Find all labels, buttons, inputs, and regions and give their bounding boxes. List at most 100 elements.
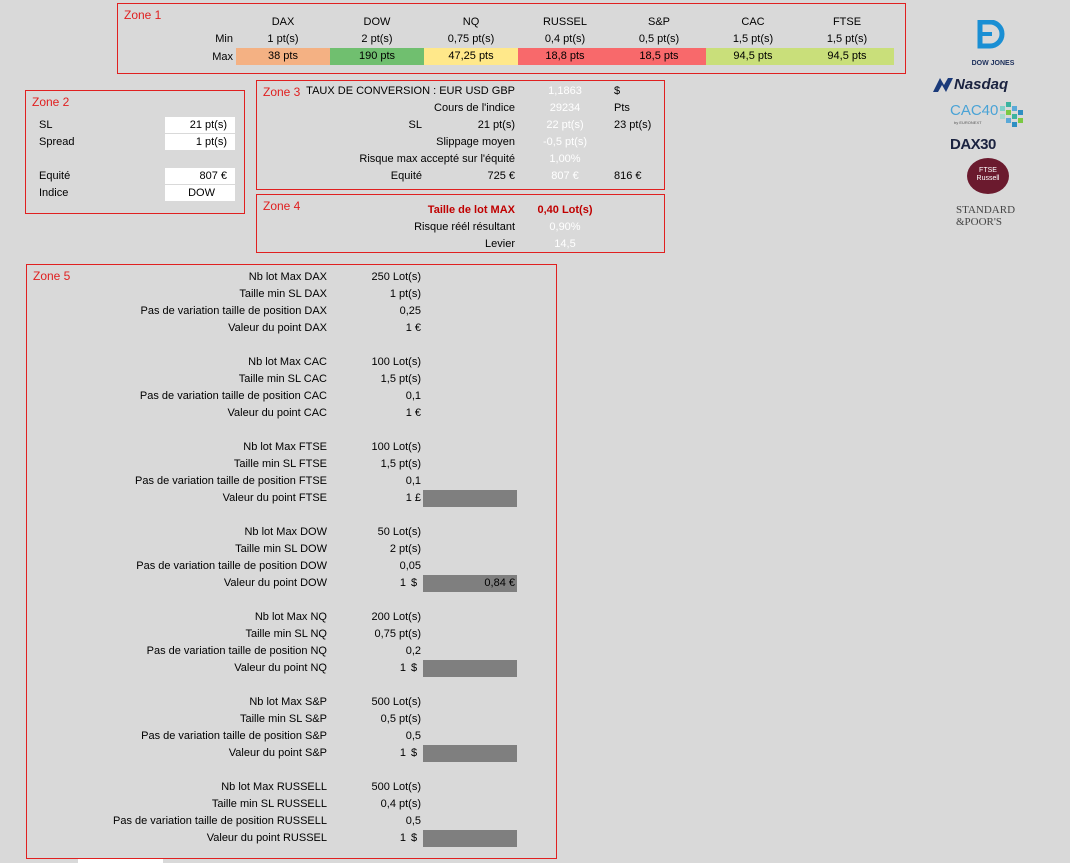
sp-text-2: &POOR'S [956, 216, 1002, 228]
indice-label: Indice [39, 187, 69, 199]
zone5-row-value: 0,5 pt(s) [380, 713, 421, 725]
risk-max-label: Risque max accepté sur l'équité [359, 153, 515, 165]
levier-label: Levier [485, 238, 515, 250]
sl-input[interactable]: 21 pt(s) [165, 117, 235, 133]
zone5-row-value: 200 Lot(s) [371, 611, 421, 623]
zone5-row-value: 0,1 [405, 390, 421, 402]
zone1-header: DOW [363, 16, 391, 28]
zone5-currency-unit: $ [411, 832, 418, 844]
cours-value: 29234 [549, 102, 581, 114]
zone5-row-label: Pas de variation taille de position FTSE [135, 475, 327, 487]
dow-jones-icon [977, 19, 1005, 49]
zone5-row-label: Pas de variation taille de position CAC [139, 390, 327, 402]
indice-input[interactable]: DOW [165, 185, 235, 201]
zone5-row-label: Nb lot Max DOW [244, 526, 327, 538]
zone5-row-label: Nb lot Max FTSE [243, 441, 327, 453]
zone5-row-label: Pas de variation taille de position RUSS… [112, 815, 327, 827]
zone5-row-label: Valeur du point DOW [223, 577, 327, 589]
zone1-header: CAC [741, 16, 765, 28]
zone1-min-cell: 0,5 pt(s) [638, 33, 680, 45]
nasdaq-icon [933, 78, 953, 92]
equite3-value-b: 807 € [551, 170, 579, 182]
min-row-label: Min [215, 33, 233, 45]
slippage-value: -0,5 pt(s) [542, 136, 587, 148]
cac40-logo: CAC40 by EURONEXT [950, 100, 1028, 132]
zone5-conversion-cell [423, 490, 517, 507]
zone5-row-label: Taille min SL DOW [235, 543, 327, 555]
zone5-row-label: Nb lot Max CAC [248, 356, 327, 368]
zone5-row-value: 500 Lot(s) [371, 696, 421, 708]
zone5-currency-unit: $ [411, 747, 418, 759]
zone5-row-label: Nb lot Max S&P [249, 696, 327, 708]
zone5-row-value: 250 Lot(s) [371, 271, 421, 283]
zone5-row-value: 1 € [405, 407, 421, 419]
zone5-row-label: Taille min SL NQ [245, 628, 327, 640]
conversion-unit: $ [614, 85, 621, 97]
zone5-row-value: 0,05 [399, 560, 421, 572]
zone5-row-value: 0,5 [405, 815, 421, 827]
sl-label: SL [39, 119, 53, 131]
dax30-text: DAX30 [950, 136, 996, 153]
zone5-row-label: Taille min SL CAC [238, 373, 327, 385]
cac40-subtext: by EURONEXT [954, 120, 982, 125]
zone5-row-value: 0,5 [405, 730, 421, 742]
zone5-row-label: Valeur du point CAC [227, 407, 327, 419]
russell-text: Russell [976, 175, 1000, 182]
slippage-label: Slippage moyen [436, 136, 515, 148]
zone5-row-value: 100 Lot(s) [371, 441, 421, 453]
zone5-row-label: Pas de variation taille de position NQ [146, 645, 327, 657]
zone5-row-value: 1 [399, 577, 406, 589]
zone5-row-value: 100 Lot(s) [371, 356, 421, 368]
equite-input[interactable]: 807 € [165, 168, 235, 184]
max-row-label: Max [212, 51, 233, 63]
cac40-text: CAC40 [950, 102, 999, 119]
lot-max-label: Taille de lot MAX [427, 204, 515, 216]
zone1-header: RUSSEL [542, 16, 588, 28]
zone5-row-value: 1 € [405, 322, 421, 334]
zone5-row-label: Valeur du point RUSSEL [206, 832, 327, 844]
nasdaq-text: Nasdaq [954, 76, 1009, 93]
zone5-currency-unit: $ [411, 662, 418, 674]
zone5-row-label: Valeur du point S&P [228, 747, 327, 759]
sheet-tab[interactable] [78, 859, 163, 863]
zone-1-title: Zone 1 [124, 8, 162, 22]
zone5-row-value: 1,5 pt(s) [380, 458, 421, 470]
zone1-max-cell: 18,5 pts [612, 48, 706, 65]
zone5-row-value: 1 pt(s) [389, 288, 421, 300]
zone5-currency-unit: $ [411, 577, 418, 589]
zone1-max-cell: 190 pts [330, 48, 424, 65]
zone5-row-value: 500 Lot(s) [371, 781, 421, 793]
zone5-row-label: Pas de variation taille de position S&P [141, 730, 327, 742]
zone5-row-label: Taille min SL FTSE [233, 458, 327, 470]
zone1-max-cell: 47,25 pts [424, 48, 518, 65]
zone1-min-cell: 1,5 pt(s) [732, 33, 774, 45]
sl3-value-c: 23 pt(s) [614, 119, 652, 131]
ftse-text: FTSE [979, 167, 997, 174]
sp-logo: STANDARD &POOR'S [956, 204, 1036, 230]
zone5-row-value: 1 [399, 662, 406, 674]
nasdaq-logo: Nasdaq [932, 76, 1048, 96]
conversion-label: TAUX DE CONVERSION : EUR USD GBP [306, 85, 515, 97]
zone-3-title: Zone 3 [263, 85, 301, 99]
zone5-conversion-cell [423, 830, 517, 847]
zone5-row-value: 0,2 [405, 645, 421, 657]
dow-jones-logo: DOW JONES [958, 19, 1028, 72]
zone5-conversion-value: 0,84 € [484, 577, 515, 589]
zone1-min-cell: 0,75 pt(s) [447, 33, 495, 45]
equite3-value-c: 816 € [614, 170, 642, 182]
zone1-max-cell: 94,5 pts [706, 48, 800, 65]
risk-max-value: 1,00% [549, 153, 581, 165]
zone5-row-value: 0,4 pt(s) [380, 798, 421, 810]
zone5-row-value: 0,75 pt(s) [374, 628, 421, 640]
zone1-max-cell: 38 pts [236, 48, 330, 65]
spread-input[interactable]: 1 pt(s) [165, 134, 235, 150]
zone5-row-label: Valeur du point FTSE [222, 492, 327, 504]
zone5-row-label: Taille min SL DAX [239, 288, 327, 300]
zone1-max-cell: 18,8 pts [518, 48, 612, 65]
conversion-value: 1,1863 [548, 85, 582, 97]
zone5-row-value: 1,5 pt(s) [380, 373, 421, 385]
sl3-value-b: 22 pt(s) [546, 119, 584, 131]
zone5-row-label: Taille min SL S&P [239, 713, 327, 725]
zone1-header: FTSE [832, 16, 862, 28]
risk-real-value: 0,90% [549, 221, 581, 233]
